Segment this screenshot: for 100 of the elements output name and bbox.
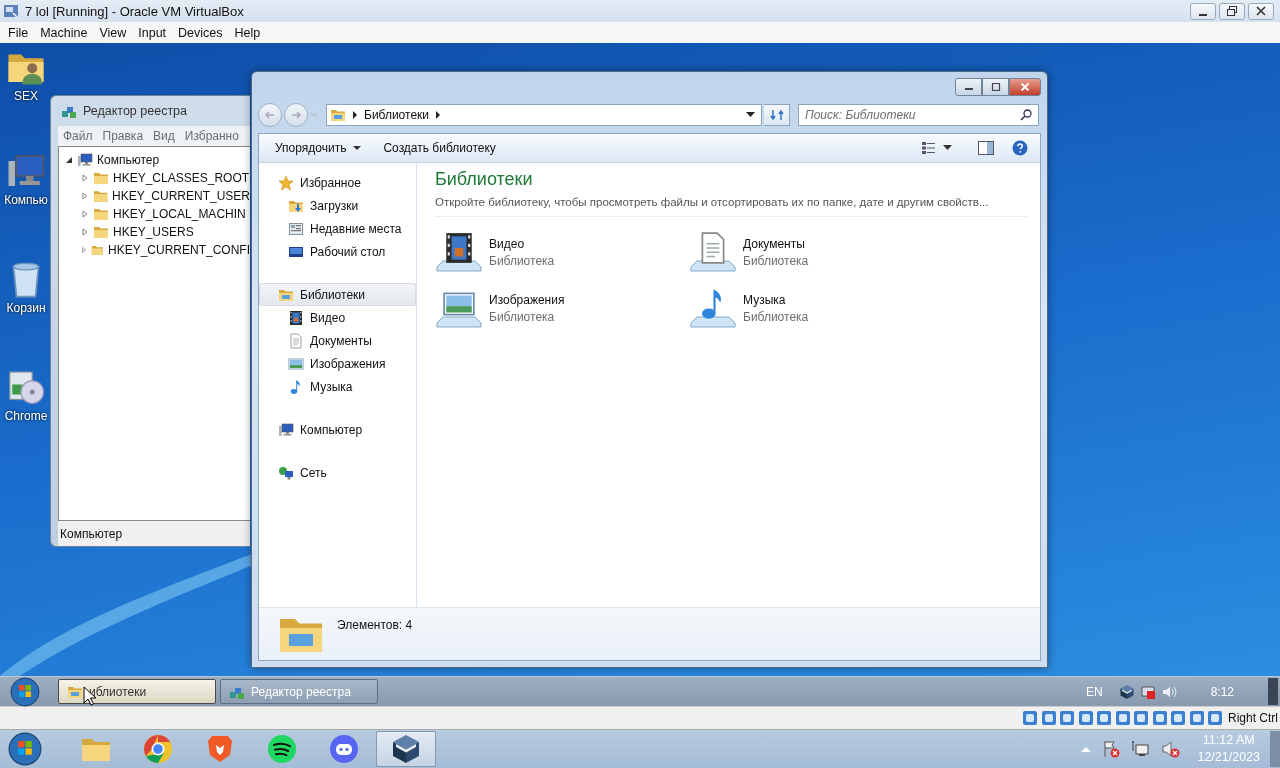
close-button[interactable] — [1248, 2, 1274, 20]
menu-item[interactable]: View — [93, 25, 133, 40]
restore-button[interactable] — [1219, 2, 1245, 20]
restore-icon — [1227, 6, 1237, 16]
folder-icon — [93, 206, 109, 222]
expand-icon[interactable] — [81, 192, 89, 200]
forward-button[interactable] — [284, 103, 308, 127]
film-icon — [288, 309, 304, 326]
breadcrumb-arrow-icon[interactable] — [352, 111, 358, 119]
nav-item[interactable]: Избранное — [259, 171, 416, 194]
menu-item[interactable]: Devices — [172, 25, 229, 40]
tree-item[interactable]: HKEY_LOCAL_MACHIN — [113, 207, 246, 221]
breadcrumb-arrow-icon[interactable] — [435, 111, 441, 119]
preview-pane-icon[interactable] — [978, 141, 994, 155]
desktop-icon-label[interactable]: Корзин — [6, 301, 46, 315]
taskbar-app-button[interactable] — [376, 731, 436, 767]
breadcrumb[interactable]: Библиотеки — [364, 108, 429, 122]
nav-item[interactable]: Компьютер — [259, 418, 416, 441]
nav-item[interactable]: Недавние места — [259, 217, 416, 240]
flag-icon[interactable] — [1101, 739, 1122, 759]
nav-item[interactable]: Видео — [259, 306, 416, 329]
tree-item[interactable]: HKEY_USERS — [113, 225, 194, 239]
minimize-icon — [1199, 13, 1207, 16]
start-button[interactable] — [8, 734, 42, 764]
search-icon — [1020, 109, 1032, 121]
start-button[interactable] — [8, 677, 42, 706]
folder-icon — [93, 170, 109, 186]
desktop-icon-label[interactable]: Chrome — [4, 409, 48, 423]
desktop-icon-label[interactable]: Компью — [4, 193, 48, 207]
library-type: Библиотека — [489, 254, 555, 268]
window-title: 7 lol [Running] - Oracle VM VirtualBox — [25, 3, 244, 19]
star-icon — [278, 174, 294, 191]
tree-item[interactable]: Компьютер — [97, 153, 160, 167]
menu-item[interactable]: Файл — [58, 129, 98, 143]
item-count: Элементов: 4 — [337, 618, 413, 632]
nav-item[interactable]: Библиотеки — [259, 283, 416, 306]
document-icon — [288, 332, 304, 349]
library-type: Библиотека — [743, 310, 809, 324]
menu-item[interactable]: Правка — [97, 129, 149, 143]
library-folder-icon — [330, 107, 346, 123]
menu-item[interactable]: Input — [132, 25, 173, 40]
menu-item[interactable]: Вид — [148, 129, 180, 143]
menu-item[interactable]: Help — [228, 25, 267, 40]
toolbar-button[interactable]: Создать библиотеку — [375, 137, 504, 159]
chrome-icon — [142, 733, 174, 765]
expand-icon[interactable] — [81, 228, 89, 236]
expand-icon[interactable] — [81, 174, 89, 182]
caret-icon[interactable] — [943, 145, 952, 151]
collapse-icon[interactable] — [65, 156, 73, 164]
close-icon — [1256, 6, 1266, 16]
nav-item[interactable]: Рабочий стол — [259, 240, 416, 263]
minimize-button[interactable] — [1190, 2, 1216, 20]
expand-icon[interactable] — [81, 246, 88, 254]
nav-item[interactable]: Изображения — [259, 352, 416, 375]
library-type: Библиотека — [743, 254, 809, 268]
virtualbox-icon — [3, 3, 19, 19]
computer-icon — [278, 421, 294, 438]
library-name[interactable]: Изображения — [489, 293, 565, 307]
search-field[interactable]: Поиск: Библиотеки — [798, 104, 1039, 126]
status-text: Компьютер — [60, 526, 123, 541]
picture-icon — [288, 355, 304, 372]
nav-item[interactable]: Загрузки — [259, 194, 416, 217]
description-text: Откройте библиотеку, чтобы просмотреть файлы и отсортировать их по папке, дате и другим свойств... — [435, 196, 1028, 217]
minimize-button[interactable] — [955, 78, 982, 96]
menu-item[interactable]: Machine — [34, 25, 94, 40]
discord-icon — [328, 733, 360, 765]
spotify-icon — [266, 733, 298, 765]
menu-item[interactable]: File — [2, 25, 35, 40]
window-title: Редактор реестра — [83, 104, 188, 118]
organize-menu-button[interactable]: Упорядочить — [267, 137, 370, 159]
tree-item[interactable]: HKEY_CLASSES_ROOT — [113, 171, 250, 185]
maximize-icon — [990, 83, 1001, 91]
nav-item[interactable]: Документы — [259, 329, 416, 352]
library-type: Библиотека — [489, 310, 556, 324]
nav-item[interactable]: Сеть — [259, 461, 416, 484]
nav-item[interactable]: Музыка — [259, 375, 416, 398]
muted-speaker-icon[interactable] — [1161, 739, 1182, 759]
maximize-button[interactable] — [982, 78, 1009, 96]
expand-icon[interactable] — [81, 210, 89, 218]
windows-logo-icon — [8, 732, 42, 766]
forward-arrow-icon — [290, 109, 302, 121]
cube-icon[interactable] — [1118, 683, 1135, 700]
refresh-button[interactable] — [764, 104, 790, 126]
tree-item[interactable]: HKEY_CURRENT_CONFI — [107, 243, 250, 257]
library-name[interactable]: Документы — [743, 237, 809, 251]
view-options-icon[interactable] — [921, 141, 937, 155]
dropdown-arrow-icon[interactable] — [746, 112, 755, 118]
folder-icon — [93, 224, 109, 240]
address-bar[interactable]: Библиотеки — [326, 104, 762, 126]
menu-item[interactable]: Избранно — [179, 129, 244, 143]
library-name[interactable]: Музыка — [743, 293, 809, 307]
windows-logo-icon — [10, 676, 40, 707]
desktop-icon-label[interactable]: SEX — [14, 89, 38, 103]
help-icon[interactable] — [1012, 140, 1028, 156]
back-button[interactable] — [258, 103, 282, 127]
back-arrow-icon — [264, 109, 276, 121]
tree-item[interactable]: HKEY_CURRENT_USER — [111, 189, 250, 203]
taskbar-button[interactable]: иблиотеки — [58, 679, 216, 704]
close-icon — [1020, 83, 1030, 91]
library-name[interactable]: Видео — [489, 237, 555, 251]
